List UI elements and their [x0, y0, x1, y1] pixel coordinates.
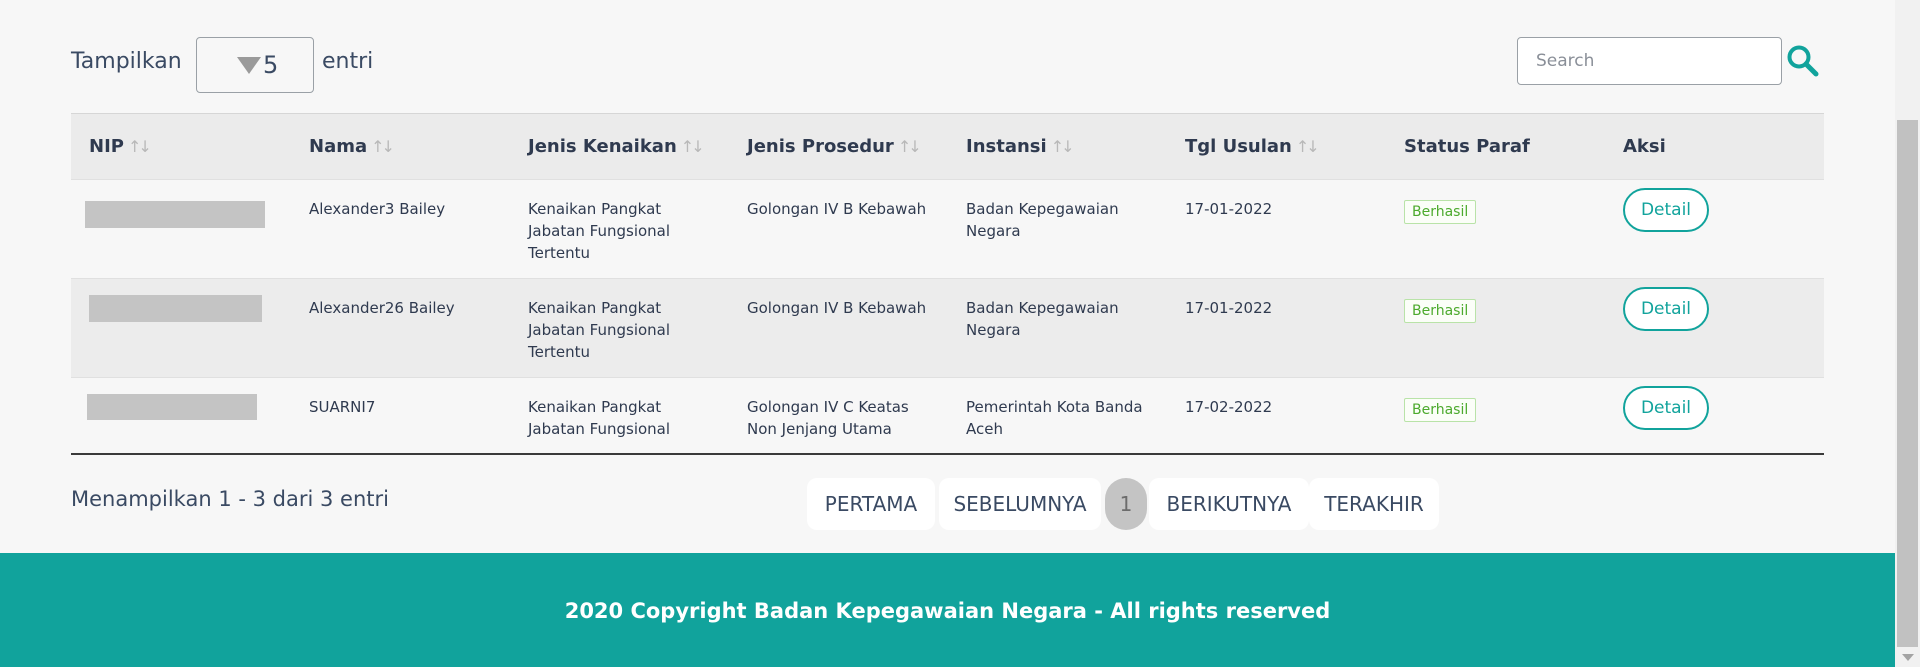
sort-icon[interactable]: ↑↓ [681, 137, 705, 156]
copyright-text: 2020 Copyright Badan Kepegawaian Negara … [564, 599, 1331, 623]
cell-jenis-kenaikan: Kenaikan Pangkat Jabatan Fungsional Tert… [528, 297, 670, 363]
main-content: Tampilkan 5 entri NIP↑↓ Nama↑↓ Jenis Ken… [0, 0, 1895, 553]
cell-line: Badan Kepegawaian [966, 299, 1119, 317]
cell-line: Jabatan Fungsional [528, 321, 671, 339]
sort-icon[interactable]: ↑↓ [1051, 137, 1075, 156]
cell-line: Non Jenjang Utama [747, 420, 892, 438]
cell-jenis-prosedur: Golongan IV B Kebawah [747, 297, 926, 319]
cell-instansi: Pemerintah Kota Banda Aceh [966, 396, 1143, 440]
cell-jenis-kenaikan: Kenaikan Pangkat Jabatan Fungsional Tert… [528, 198, 670, 264]
cell-nama: Alexander3 Bailey [309, 200, 446, 218]
cell-line: Badan Kepegawaian [966, 200, 1119, 218]
column-header-status-paraf: Status Paraf [1404, 136, 1530, 157]
submission-table: NIP ↑↓ Nama ↑↓ Jenis Kenaikan ↑↓ Jenis Pros… [71, 113, 1824, 455]
cell-line: Kenaikan Pangkat [528, 200, 662, 218]
entries-suffix-label: entri [322, 49, 374, 74]
column-header-label: Nama [309, 136, 368, 157]
cell-line: Kenaikan Pangkat [528, 299, 662, 317]
nip-redacted [85, 201, 265, 228]
column-header-instansi[interactable]: Instansi ↑↓ [966, 136, 1075, 157]
table-row: Alexander26 Bailey Kenaikan Pangkat Jaba… [71, 278, 1824, 377]
pagination-first-button[interactable]: PERTAMA [807, 478, 935, 530]
cell-line: Kenaikan Pangkat [528, 398, 662, 416]
sort-icon[interactable]: ↑↓ [1296, 137, 1320, 156]
column-header-label: Tgl Usulan [1185, 136, 1292, 157]
cell-nama: Alexander26 Bailey [309, 299, 455, 317]
vertical-scrollbar[interactable] [1895, 0, 1920, 667]
cell-line: Aceh [966, 420, 1003, 438]
cell-tgl-usulan: 17-01-2022 [1185, 200, 1273, 218]
pagination-previous-button[interactable]: SEBELUMNYA [939, 478, 1101, 530]
scrollbar-thumb[interactable] [1897, 120, 1918, 647]
column-header-jenis-prosedur[interactable]: Jenis Prosedur ↑↓ [747, 136, 922, 157]
entries-summary: Menampilkan 1 - 3 dari 3 entri [71, 487, 389, 511]
nip-redacted [89, 295, 262, 322]
column-header-aksi: Aksi [1623, 136, 1666, 157]
cell-jenis-prosedur: Golongan IV B Kebawah [747, 198, 926, 220]
cell-line: Golongan IV B Kebawah [747, 299, 927, 317]
cell-line: Golongan IV B Kebawah [747, 200, 927, 218]
cell-line: Pemerintah Kota Banda [966, 398, 1143, 416]
page: Tampilkan 5 entri NIP↑↓ Nama↑↓ Jenis Ken… [0, 0, 1920, 667]
sort-icon[interactable]: ↑↓ [371, 137, 395, 156]
pagination-next-button[interactable]: BERIKUTNYA [1149, 478, 1309, 530]
status-badge: Berhasil [1404, 398, 1477, 422]
show-entries-label: Tampilkan [71, 49, 182, 74]
sort-icon[interactable]: ↑↓ [128, 137, 152, 156]
cell-line: Negara [966, 321, 1021, 339]
column-header-label: NIP [89, 136, 124, 157]
cell-line: Golongan IV C Keatas [747, 398, 909, 416]
column-header-tgl-usulan[interactable]: Tgl Usulan ↑↓ [1185, 136, 1320, 157]
cell-instansi: Badan Kepegawaian Negara [966, 297, 1119, 341]
entries-per-page-value: 5 [263, 51, 279, 79]
detail-button[interactable]: Detail [1623, 188, 1709, 232]
column-header-label: Jenis Kenaikan [528, 136, 677, 157]
cell-tgl-usulan: 17-02-2022 [1185, 398, 1273, 416]
cell-tgl-usulan: 17-01-2022 [1185, 299, 1273, 317]
pagination-last-button[interactable]: TERAKHIR [1309, 478, 1439, 530]
caret-down-icon [237, 57, 261, 74]
cell-line: Negara [966, 222, 1021, 240]
cell-instansi: Badan Kepegawaian Negara [966, 198, 1119, 242]
scroll-down-arrow-icon[interactable] [1902, 654, 1914, 661]
cell-line: Jabatan Fungsional [528, 420, 671, 438]
table-header: NIP ↑↓ Nama ↑↓ Jenis Kenaikan ↑↓ Jenis Pros… [71, 113, 1824, 179]
footer: 2020 Copyright Badan Kepegawaian Negara … [0, 553, 1895, 667]
table-row: SUARNI7 Kenaikan Pangkat Jabatan Fungsio… [71, 377, 1824, 455]
column-header-jenis-kenaikan[interactable]: Jenis Kenaikan ↑↓ [528, 136, 705, 157]
pagination-page-1[interactable]: 1 [1105, 478, 1147, 530]
detail-button[interactable]: Detail [1623, 386, 1709, 430]
column-header-nama[interactable]: Nama ↑↓ [309, 136, 395, 157]
table-row: Alexander3 Bailey Kenaikan Pangkat Jabat… [71, 179, 1824, 278]
cell-line: Tertentu [528, 343, 591, 361]
search-icon[interactable] [1786, 44, 1820, 78]
column-header-label: Jenis Prosedur [747, 136, 894, 157]
sort-icon[interactable]: ↑↓ [898, 137, 922, 156]
cell-line: Tertentu [528, 244, 591, 262]
search-input[interactable] [1517, 37, 1782, 85]
cell-line: Jabatan Fungsional [528, 222, 671, 240]
cell-jenis-kenaikan: Kenaikan Pangkat Jabatan Fungsional [528, 396, 670, 440]
column-header-label: Instansi [966, 136, 1047, 157]
column-header-nip[interactable]: NIP ↑↓ [89, 136, 152, 157]
detail-button[interactable]: Detail [1623, 287, 1709, 331]
status-badge: Berhasil [1404, 200, 1477, 224]
nip-redacted [87, 394, 257, 420]
status-badge: Berhasil [1404, 299, 1477, 323]
cell-nama: SUARNI7 [309, 398, 376, 416]
cell-jenis-prosedur: Golongan IV C Keatas Non Jenjang Utama [747, 396, 909, 440]
entries-per-page-select[interactable]: 5 [196, 37, 314, 93]
